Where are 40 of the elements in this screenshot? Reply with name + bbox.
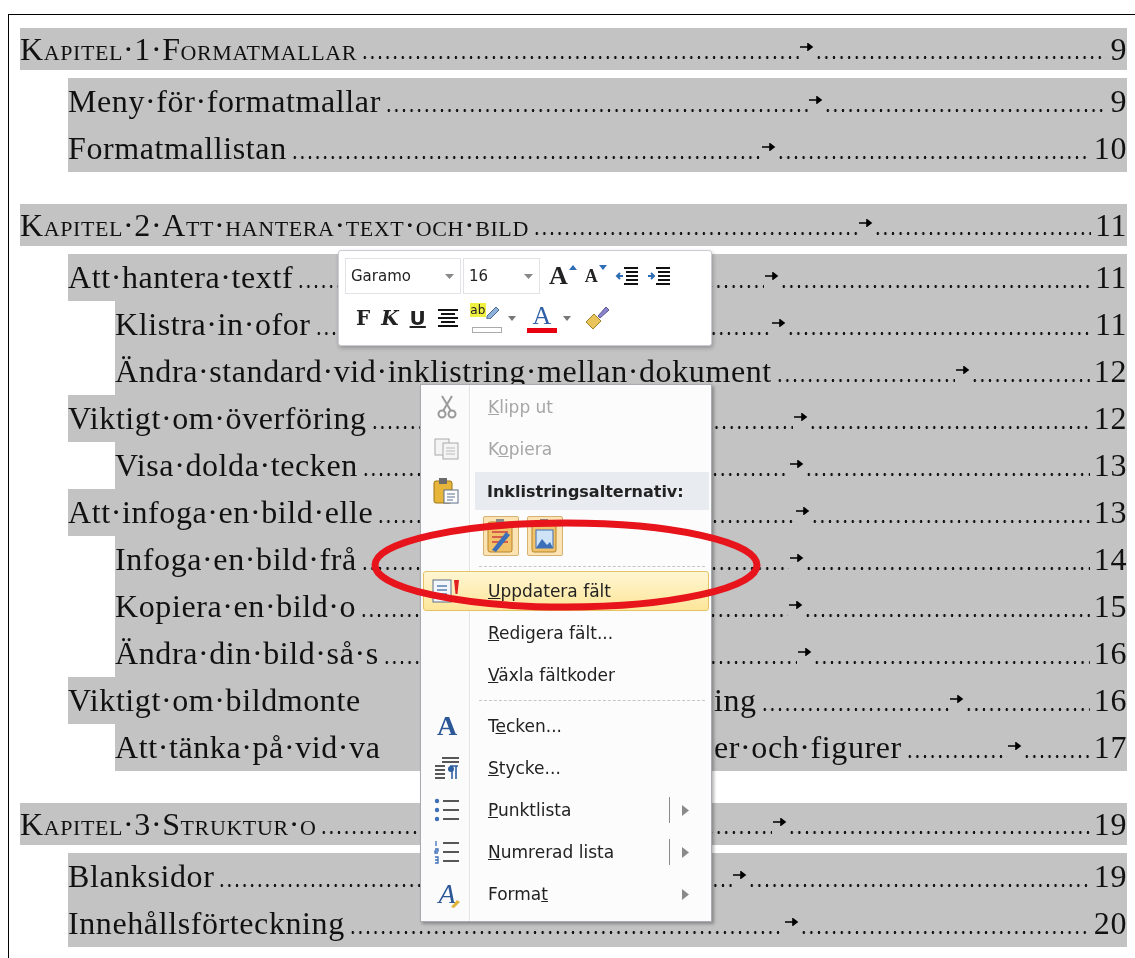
toc-entry-title: Att·tänka·på·vid·va (115, 729, 381, 765)
toc-entry-title: Visa·dolda·tecken (115, 447, 358, 484)
page-number: 9 (1110, 83, 1127, 120)
toc-entry-title: Blanksidor (68, 858, 215, 895)
page-number: 11 (1095, 259, 1127, 296)
toc-entry-title: Kapitel·2·Att·hantera·text·och·bild (20, 206, 529, 244)
toc-entry-title: Viktigt·om·bildmonte (68, 682, 361, 718)
page-number: 14 (1093, 541, 1127, 578)
page-number: 11 (1095, 206, 1127, 244)
toc-entry-title: Viktigt·om·överföring (68, 400, 367, 437)
toc-entry-title: Ändra·standard·vid·inklistring·mellan·dokument (115, 353, 772, 390)
toc-entry-title: Kapitel·1·Formatmallar (20, 30, 358, 68)
toc-entry-title: Kopiera·en·bild·o (115, 588, 357, 625)
toc-entry-title: Att·infoga·en·bild·elle (68, 494, 374, 531)
page-number: 17 (1093, 729, 1127, 766)
toc-entry-title: Formatmallistan (68, 130, 287, 167)
toc-entry-title: Infoga·en·bild·frå (115, 541, 357, 578)
section-header: Inklistringsalternativ: (475, 472, 709, 510)
page-number: 19 (1093, 858, 1127, 895)
page-number: 16 (1093, 635, 1127, 672)
page-number: 20 (1093, 905, 1127, 942)
toc-entry-title: ing (714, 682, 757, 719)
toc-entry-title: Klistra·in·ofor (115, 306, 311, 343)
toc-entry-title: Att·hantera·textf (68, 259, 294, 296)
page-number: 13 (1093, 447, 1127, 484)
page-number: 15 (1093, 588, 1127, 625)
page-number: 12 (1093, 400, 1127, 437)
font-icon: A (436, 712, 458, 740)
toc-entry-title: Innehållsförteckning (68, 905, 345, 942)
page-number: 16 (1093, 682, 1127, 719)
page-number: 9 (1110, 30, 1127, 68)
page-number: 12 (1093, 353, 1127, 390)
toc-entry-title: Ändra·din·bild·så·s (115, 635, 379, 672)
page-number: 13 (1093, 494, 1127, 531)
toc-entry-title: Meny·för·formatmallar (68, 83, 381, 120)
page-number: 11 (1095, 306, 1127, 343)
toc-entry-title: Kapitel·3·Struktur·o (20, 805, 317, 843)
toc-entry-title: er·och·figurer (714, 729, 902, 766)
page-number: 19 (1093, 805, 1127, 843)
page-number: 10 (1093, 130, 1127, 167)
